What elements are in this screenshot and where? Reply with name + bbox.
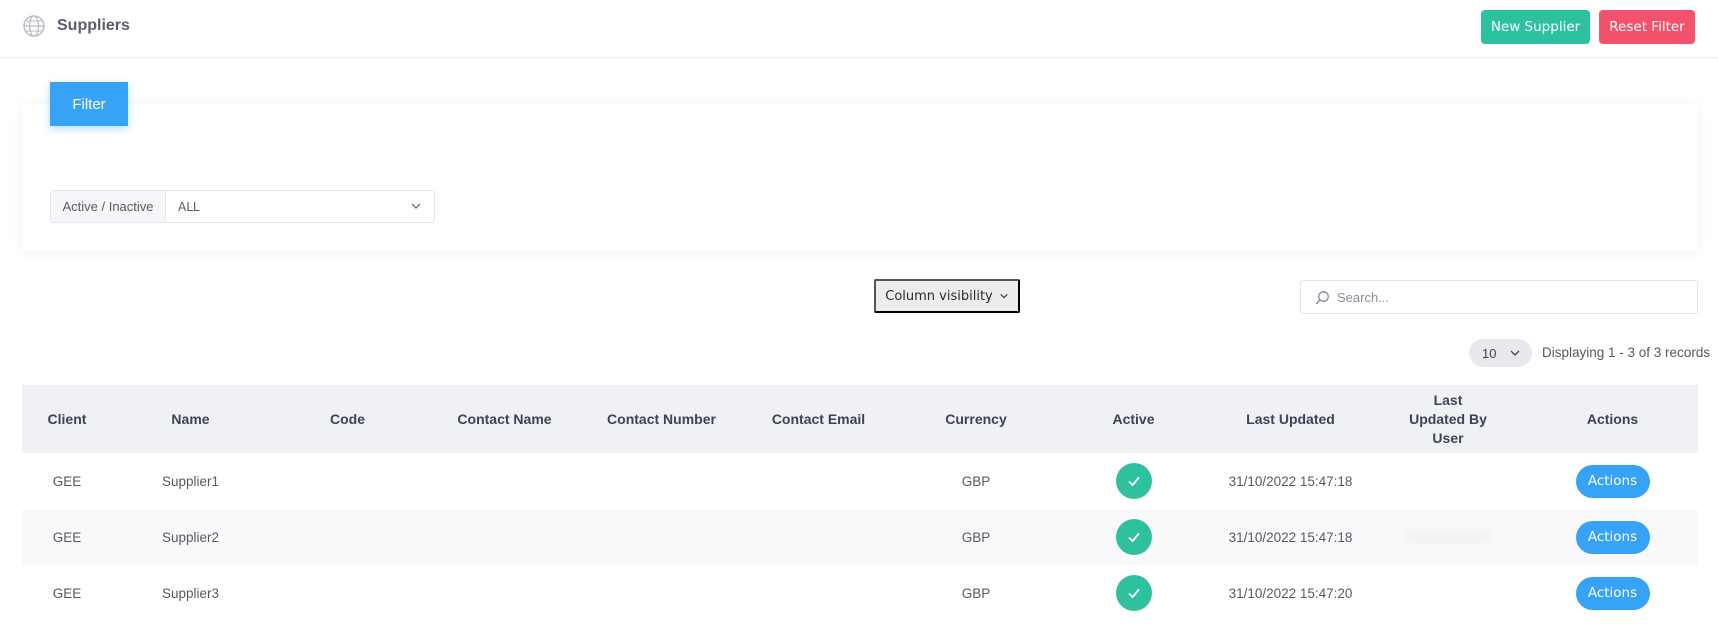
search-icon	[1315, 291, 1329, 305]
column-header-last-updated-by[interactable]: Last Updated By User	[1369, 385, 1527, 453]
cell-active	[1055, 453, 1212, 509]
cell-actions: Actions	[1527, 453, 1698, 509]
top-bar: Suppliers New Supplier Reset Filter	[0, 0, 1718, 58]
cell-currency: GBP	[961, 529, 991, 545]
cell-client: GEE	[52, 529, 82, 545]
cell-actions: Actions	[1527, 509, 1698, 565]
search-box	[1300, 280, 1698, 314]
new-supplier-button[interactable]: New Supplier	[1481, 10, 1590, 44]
cell-last-updated-by	[1369, 509, 1527, 565]
globe-icon	[23, 15, 45, 37]
cell-contact-email	[740, 565, 897, 621]
column-header-contact-number[interactable]: Contact Number	[583, 385, 740, 453]
search-input[interactable]	[1337, 281, 1687, 313]
cell-client: GEE	[52, 585, 82, 601]
filter-tab[interactable]: Filter	[50, 82, 128, 126]
cell-last-updated-by	[1369, 453, 1527, 509]
column-header-client[interactable]: Client	[22, 385, 112, 453]
cell-contact-email	[740, 509, 897, 565]
chevron-down-icon	[1510, 350, 1520, 356]
column-header-last-updated[interactable]: Last Updated	[1212, 385, 1369, 453]
page-size-value: 10	[1482, 345, 1497, 361]
active-filter-group: Active / Inactive ALL	[50, 190, 435, 223]
chevron-down-icon	[411, 203, 421, 209]
cell-contact-email	[740, 453, 897, 509]
table-row: GEE Supplier3 GBP 31/10/2022 15:47:20 Ac…	[22, 565, 1698, 621]
cell-name: Supplier3	[161, 585, 220, 601]
cell-contact-number	[583, 453, 740, 509]
cell-code	[269, 565, 426, 621]
cell-name: Supplier1	[161, 473, 220, 489]
active-check-icon	[1115, 575, 1152, 611]
cell-actions: Actions	[1527, 565, 1698, 621]
active-check-icon	[1115, 519, 1152, 555]
cell-name: Supplier2	[161, 529, 220, 545]
records-info: Displaying 1 - 3 of 3 records	[1542, 345, 1711, 360]
cell-client: GEE	[52, 473, 82, 489]
actions-button[interactable]: Actions	[1575, 520, 1650, 554]
cell-active	[1055, 509, 1212, 565]
reset-filter-button[interactable]: Reset Filter	[1599, 10, 1695, 44]
column-header-contact-email[interactable]: Contact Email	[740, 385, 897, 453]
cell-code	[269, 453, 426, 509]
chevron-down-icon	[1000, 293, 1008, 299]
column-header-code[interactable]: Code	[269, 385, 426, 453]
column-header-actions: Actions	[1586, 410, 1639, 427]
column-header-currency[interactable]: Currency	[897, 385, 1055, 453]
cell-last-updated: 31/10/2022 15:47:18	[1228, 473, 1353, 489]
actions-button[interactable]: Actions	[1575, 576, 1650, 610]
cell-last-updated: 31/10/2022 15:47:20	[1228, 585, 1353, 601]
active-filter-value: ALL	[178, 199, 200, 214]
column-visibility-button[interactable]: Column visibility	[874, 279, 1020, 313]
column-visibility-label: Column visibility	[885, 288, 993, 304]
column-header-active[interactable]: Active	[1055, 385, 1212, 453]
table-header: Client Name Code Contact Name Contact Nu…	[22, 385, 1698, 453]
cell-contact-name	[426, 565, 583, 621]
suppliers-table: Client Name Code Contact Name Contact Nu…	[22, 385, 1698, 621]
active-check-icon	[1115, 463, 1152, 499]
cell-last-updated: 31/10/2022 15:47:18	[1228, 529, 1353, 545]
page-title: Suppliers	[57, 17, 130, 34]
cell-contact-number	[583, 565, 740, 621]
actions-button[interactable]: Actions	[1575, 464, 1650, 498]
active-filter-select[interactable]: ALL	[166, 191, 434, 222]
filter-panel	[22, 104, 1698, 251]
active-filter-label: Active / Inactive	[51, 191, 166, 222]
cell-contact-number	[583, 509, 740, 565]
cell-currency: GBP	[961, 473, 991, 489]
cell-last-updated-by	[1369, 565, 1527, 621]
column-header-name[interactable]: Name	[112, 385, 269, 453]
column-header-contact-name[interactable]: Contact Name	[426, 385, 583, 453]
cell-code	[269, 509, 426, 565]
cell-contact-name	[426, 453, 583, 509]
redacted-user	[1404, 530, 1492, 544]
cell-active	[1055, 565, 1212, 621]
table-row: GEE Supplier1 GBP 31/10/2022 15:47:18 Ac…	[22, 453, 1698, 509]
cell-contact-name	[426, 509, 583, 565]
cell-currency: GBP	[961, 585, 991, 601]
page-size-select[interactable]: 10	[1469, 339, 1532, 367]
table-row: GEE Supplier2 GBP 31/10/2022 15:47:18 Ac…	[22, 509, 1698, 565]
